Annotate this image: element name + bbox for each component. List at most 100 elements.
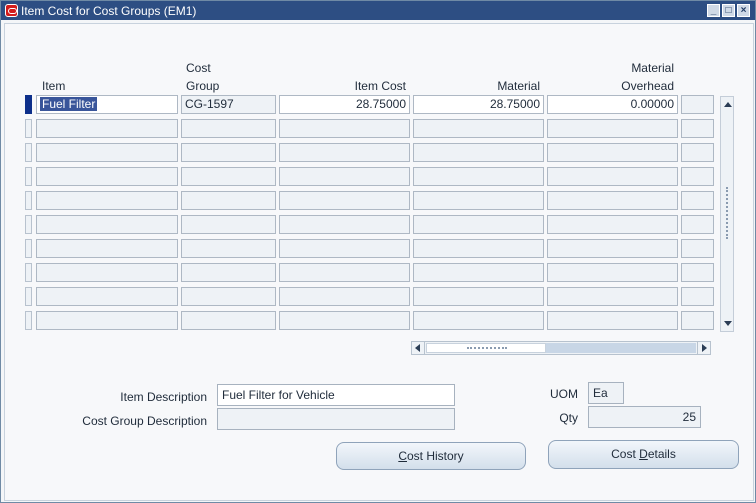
next-column-cell[interactable] [681,263,714,282]
item-cell[interactable] [36,119,178,138]
row-selector[interactable] [25,143,32,162]
item-description-field[interactable]: Fuel Filter for Vehicle [217,384,455,406]
scroll-left-button[interactable] [412,342,425,354]
cost-details-button[interactable]: Cost Details [548,440,739,469]
item-cost-cell[interactable] [279,215,410,234]
item-cell[interactable] [36,239,178,258]
material-overhead-cell[interactable] [547,119,678,138]
maximize-icon[interactable]: □ [722,4,735,17]
row-selector[interactable] [25,239,32,258]
cost-details-label-prefix: Cost [611,447,640,461]
minimize-icon[interactable]: _ [707,4,720,17]
row-selector[interactable] [25,119,32,138]
item-cost-cell[interactable] [279,311,410,330]
material-cell[interactable] [413,215,544,234]
uom-field[interactable]: Ea [588,382,624,404]
cost-group-cell[interactable] [181,167,276,186]
scroll-right-button[interactable] [697,342,711,354]
next-column-cell[interactable] [681,311,714,330]
material-overhead-cell[interactable] [547,215,678,234]
item-cell[interactable] [36,143,178,162]
scroll-right-icon[interactable] [702,344,707,352]
item-cell[interactable] [36,287,178,306]
item-cost-cell[interactable] [279,167,410,186]
scroll-down-icon[interactable] [724,321,732,326]
cost-group-description-field[interactable] [217,408,455,430]
next-column-cell[interactable] [681,143,714,162]
item-cost-cell[interactable] [279,287,410,306]
header-item-cost: Item Cost [354,79,406,93]
material-overhead-cell[interactable] [547,239,678,258]
qty-label: Qty [559,411,578,425]
material-overhead-cell[interactable] [547,311,678,330]
next-column-cell[interactable] [681,119,714,138]
item-cell[interactable] [36,311,178,330]
cost-group-cell[interactable] [181,215,276,234]
cost-group-cell[interactable] [181,239,276,258]
row-selector[interactable] [25,263,32,282]
material-overhead-cell[interactable]: 0.00000 [547,95,678,114]
material-overhead-cell[interactable] [547,167,678,186]
scroll-up-icon[interactable] [724,102,732,107]
material-cell[interactable] [413,167,544,186]
vertical-scrollbar[interactable] [720,96,734,332]
row-selector[interactable] [25,311,32,330]
title-bar[interactable]: Item Cost for Cost Groups (EM1) _ □ × [1,1,755,20]
item-cell[interactable] [36,191,178,210]
cost-details-mnemonic: D [639,447,648,461]
header-material-overhead-line1: Material [631,61,674,75]
material-overhead-cell[interactable] [547,191,678,210]
item-cost-cell[interactable] [279,119,410,138]
close-icon[interactable]: × [737,4,750,17]
item-cost-cell[interactable] [279,263,410,282]
material-cell[interactable] [413,191,544,210]
item-cost-cell[interactable] [279,239,410,258]
material-overhead-cell[interactable] [547,287,678,306]
window: Item Cost for Cost Groups (EM1) _ □ × It… [0,0,756,503]
row-selector[interactable] [25,167,32,186]
item-cell[interactable] [36,263,178,282]
item-cost-cell[interactable]: 28.75000 [279,95,410,114]
item-cell[interactable] [36,215,178,234]
row-selector[interactable] [25,191,32,210]
cost-history-button[interactable]: Cost History [336,442,526,470]
row-selector[interactable] [25,95,32,114]
horizontal-scroll-thumb[interactable] [426,343,546,353]
item-cell[interactable] [36,167,178,186]
next-column-cell[interactable] [681,215,714,234]
cost-history-label-suffix: ost History [406,449,464,463]
row-selector[interactable] [25,287,32,306]
material-cell[interactable] [413,239,544,258]
scroll-grip[interactable] [726,187,730,239]
horizontal-scroll-track[interactable] [546,343,696,353]
item-cost-cell[interactable] [279,143,410,162]
material-overhead-cell[interactable] [547,263,678,282]
next-column-cell[interactable] [681,167,714,186]
next-column-cell[interactable] [681,287,714,306]
cost-group-cell[interactable] [181,191,276,210]
header-material: Material [497,79,540,93]
item-cost-cell[interactable] [279,191,410,210]
item-cell[interactable]: Fuel Filter [36,95,178,114]
oracle-app-icon [5,4,18,17]
cost-group-cell[interactable]: CG-1597 [181,95,276,114]
cost-group-cell[interactable] [181,287,276,306]
material-cell[interactable] [413,119,544,138]
material-cell[interactable]: 28.75000 [413,95,544,114]
material-cell[interactable] [413,287,544,306]
next-column-cell[interactable] [681,239,714,258]
cost-group-cell[interactable] [181,311,276,330]
material-cell[interactable] [413,311,544,330]
next-column-cell[interactable] [681,191,714,210]
next-column-cell[interactable] [681,95,714,114]
material-cell[interactable] [413,263,544,282]
material-cell[interactable] [413,143,544,162]
row-selector[interactable] [25,215,32,234]
cost-group-cell[interactable] [181,143,276,162]
cost-group-cell[interactable] [181,263,276,282]
cost-group-cell[interactable] [181,119,276,138]
scroll-left-icon[interactable] [415,344,420,352]
horizontal-scrollbar[interactable] [411,341,711,355]
qty-field[interactable]: 25 [588,406,701,428]
material-overhead-cell[interactable] [547,143,678,162]
